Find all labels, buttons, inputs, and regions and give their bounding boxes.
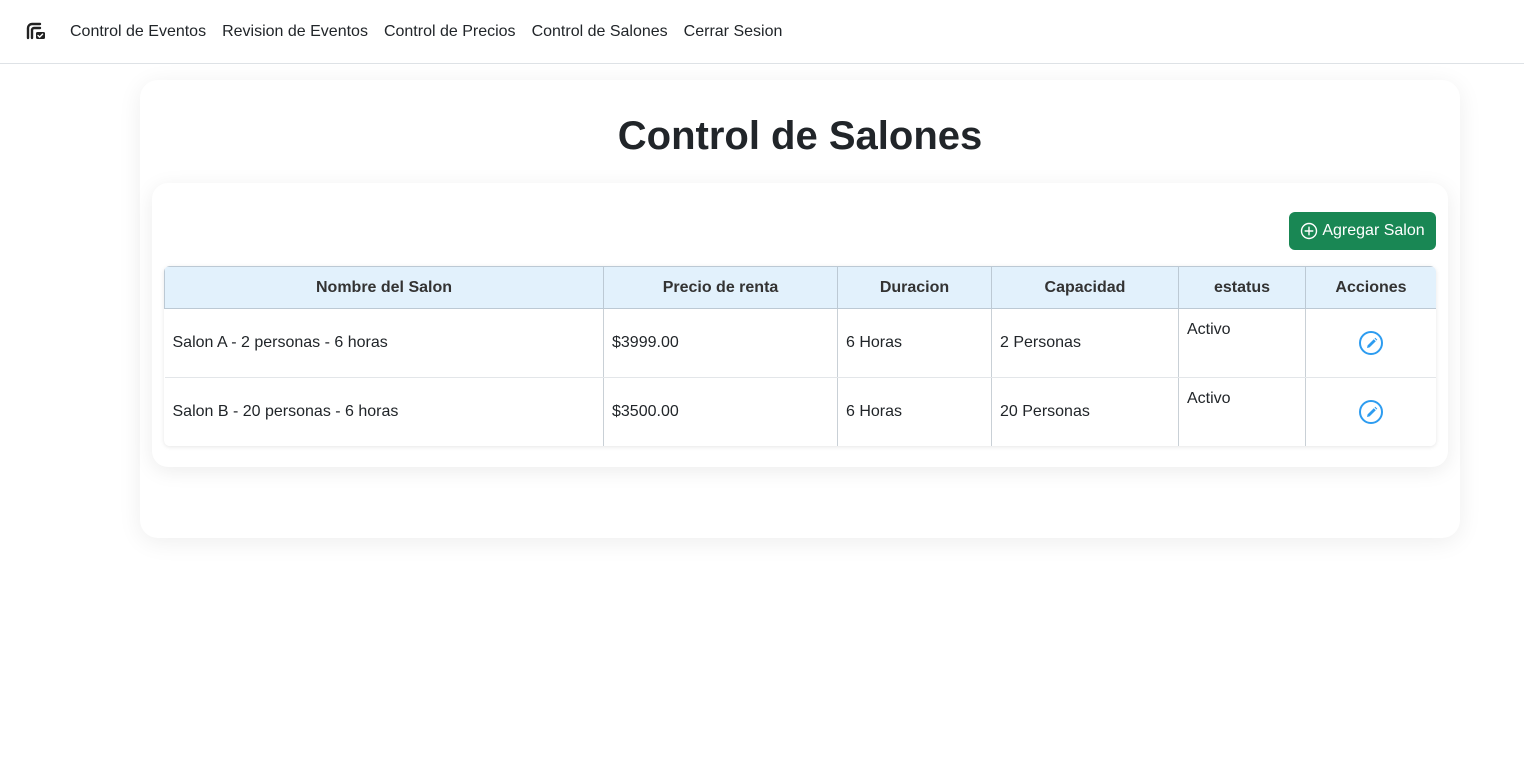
nav-link-control-eventos[interactable]: Control de Eventos — [70, 23, 206, 41]
column-header-nombre: Nombre del Salon — [164, 266, 604, 309]
nav-links: Control de Eventos Revision de Eventos C… — [70, 0, 798, 63]
cell-estatus: Activo — [1178, 308, 1306, 378]
plus-circle-icon — [1301, 222, 1318, 240]
cell-nombre: Salon B - 20 personas - 6 horas — [164, 377, 604, 446]
column-header-duracion: Duracion — [837, 266, 992, 309]
navbar: Control de Eventos Revision de Eventos C… — [0, 0, 1524, 64]
cell-acciones — [1305, 308, 1436, 378]
cell-precio: $3500.00 — [603, 377, 838, 446]
add-salon-label: Agregar Salon — [1322, 222, 1425, 239]
cell-nombre: Salon A - 2 personas - 6 horas — [164, 308, 604, 378]
pencil-icon — [1366, 337, 1378, 348]
salones-table: Nombre del Salon Precio de renta Duracio… — [164, 266, 1436, 446]
cell-capacidad: 2 Personas — [991, 308, 1179, 378]
cell-duracion: 6 Horas — [837, 377, 992, 446]
page-title: Control de Salones — [617, 114, 983, 158]
brand-logo-icon[interactable] — [26, 21, 46, 41]
table-row: Salon B - 20 personas - 6 horas $3500.00… — [164, 377, 1436, 446]
pencil-icon — [1366, 406, 1378, 417]
cell-duracion: 6 Horas — [837, 308, 992, 378]
edit-button[interactable] — [1359, 331, 1384, 355]
table-header-row: Nombre del Salon Precio de renta Duracio… — [164, 266, 1436, 309]
table-row: Salon A - 2 personas - 6 horas $3999.00 … — [164, 308, 1436, 378]
edit-button[interactable] — [1359, 400, 1384, 424]
cell-precio: $3999.00 — [603, 308, 838, 378]
nav-link-control-salones[interactable]: Control de Salones — [532, 23, 668, 41]
cell-capacidad: 20 Personas — [991, 377, 1179, 446]
nav-link-revision-eventos[interactable]: Revision de Eventos — [222, 23, 368, 41]
cell-estatus: Activo — [1178, 377, 1306, 446]
column-header-precio: Precio de renta — [603, 266, 838, 309]
column-header-estatus: estatus — [1178, 266, 1306, 309]
column-header-acciones: Acciones — [1305, 266, 1436, 309]
nav-link-control-precios[interactable]: Control de Precios — [384, 23, 516, 41]
nav-link-cerrar-sesion[interactable]: Cerrar Sesion — [684, 23, 783, 41]
column-header-capacidad: Capacidad — [991, 266, 1179, 309]
add-salon-button[interactable]: Agregar Salon — [1289, 212, 1436, 250]
cell-acciones — [1305, 377, 1436, 446]
